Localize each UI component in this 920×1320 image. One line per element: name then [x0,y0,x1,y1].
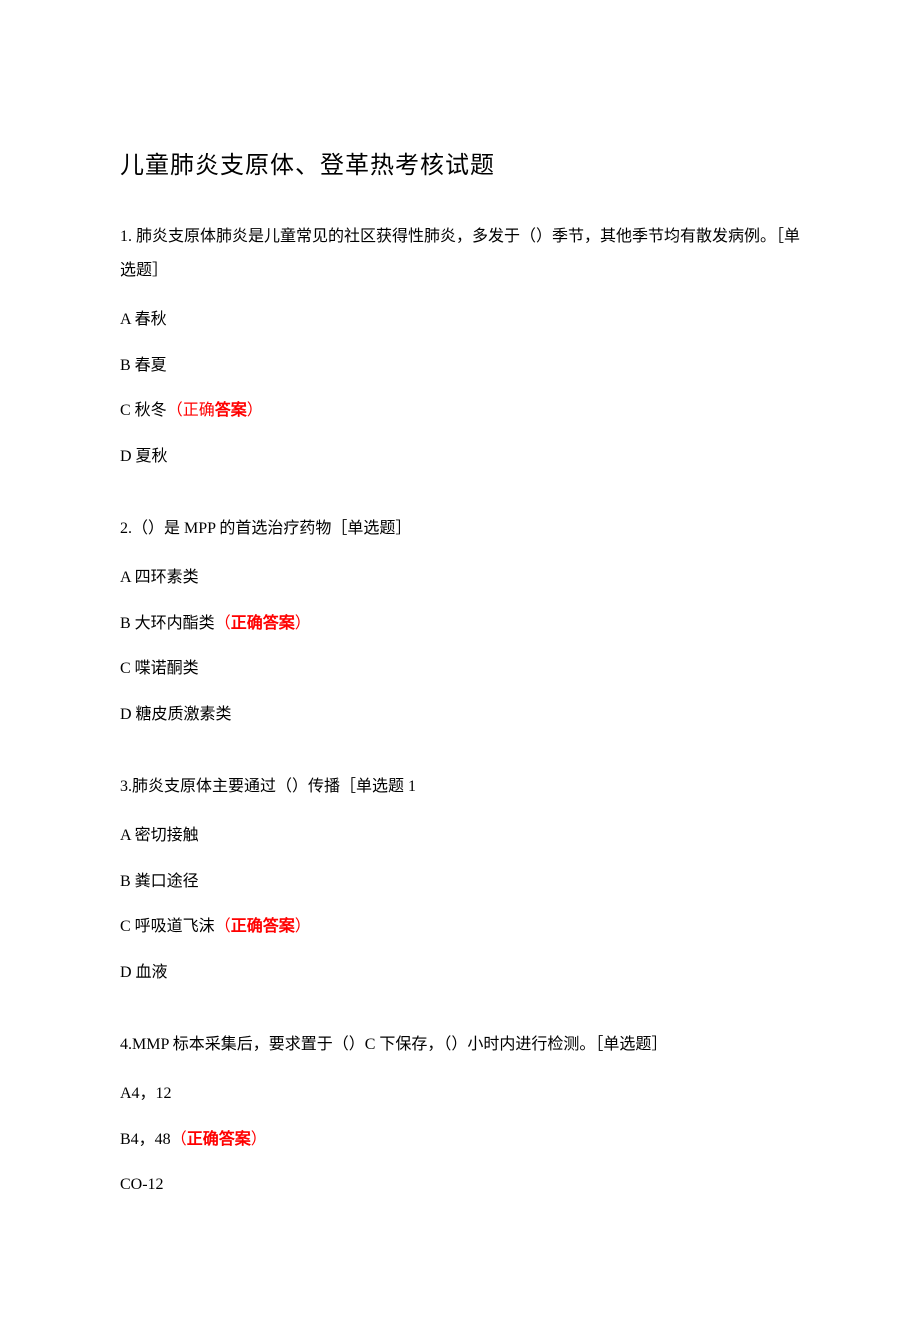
option-label: B4，48 [120,1131,171,1148]
question-block: 4.MMP 标本采集后，要求置于（）C 下保存，（）小时内进行检测。［单选题］ A… [120,1028,800,1198]
question-block: 3.肺炎支原体主要通过（）传播［单选题 1 A 密切接触 B 粪口途径 C 呼吸道飞沫… [120,770,800,986]
option: CO-12 [120,1172,800,1198]
question-text: 4.MMP 标本采集后，要求置于（）C 下保存，（）小时内进行检测。［单选题］ [120,1028,800,1062]
option: A 密切接触 [120,823,800,849]
correct-answer-prefix: （ [215,615,231,632]
option-label: C 喋诺酮类 [120,660,199,677]
option: B 粪口途径 [120,869,800,895]
option: A 春秋 [120,307,800,333]
question-text: 1. 肺炎支原体肺炎是儿童常见的社区获得性肺炎，多发于（）季节，其他季节均有散发… [120,220,800,287]
question-block: 2.（）是 MPP 的首选治疗药物［单选题］ A 四环素类 B 大环内酯类（正确答案… [120,512,800,728]
option: B 大环内酯类（正确答案） [120,611,800,637]
correct-answer-prefix: （正确 [167,402,215,419]
option-label: A 春秋 [120,311,167,328]
document-title: 儿童肺炎支原体、登革热考核试题 [120,145,800,180]
option-label: A 密切接触 [120,827,199,844]
correct-answer-bold: 正确答案 [231,918,295,935]
option-label: C 秋冬 [120,402,167,419]
option-label: B 春夏 [120,357,167,374]
correct-answer-suffix: ） [295,615,311,632]
option-label: CO-12 [120,1176,164,1193]
option: D 糖皮质激素类 [120,702,800,728]
option: B4，48（正确答案） [120,1127,800,1153]
question-text: 2.（）是 MPP 的首选治疗药物［单选题］ [120,512,800,546]
option: A4，12 [120,1081,800,1107]
correct-answer-suffix: ） [251,1131,267,1148]
correct-answer-bold: 答案 [215,402,247,419]
option-label: D 糖皮质激素类 [120,706,232,723]
question-block: 1. 肺炎支原体肺炎是儿童常见的社区获得性肺炎，多发于（）季节，其他季节均有散发… [120,220,800,470]
correct-answer-prefix: （ [171,1131,187,1148]
option: C 呼吸道飞沫（正确答案） [120,914,800,940]
correct-answer-suffix: ） [247,402,263,419]
option-label: D 血液 [120,964,168,981]
option: D 血液 [120,960,800,986]
option: C 秋冬（正确答案） [120,398,800,424]
correct-answer-bold: 正确答案 [231,615,295,632]
option-label: B 粪口途径 [120,873,199,890]
option-label: D 夏秋 [120,448,168,465]
option: D 夏秋 [120,444,800,470]
question-text: 3.肺炎支原体主要通过（）传播［单选题 1 [120,770,800,804]
correct-answer-prefix: （ [215,918,231,935]
option-label: C 呼吸道飞沫 [120,918,215,935]
correct-answer-suffix: ） [295,918,311,935]
questions-container: 1. 肺炎支原体肺炎是儿童常见的社区获得性肺炎，多发于（）季节，其他季节均有散发… [120,220,800,1198]
option-label: B 大环内酯类 [120,615,215,632]
correct-answer-bold: 正确答案 [187,1131,251,1148]
option: C 喋诺酮类 [120,656,800,682]
option-label: A4，12 [120,1085,172,1102]
option: A 四环素类 [120,565,800,591]
option: B 春夏 [120,353,800,379]
option-label: A 四环素类 [120,569,199,586]
